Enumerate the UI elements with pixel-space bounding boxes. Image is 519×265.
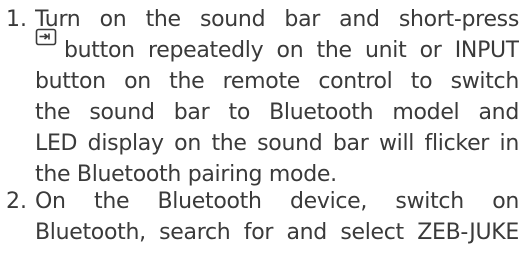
step-number: 1. xyxy=(6,7,27,32)
step-1-line-5: LED display on the sound bar will flicke… xyxy=(35,131,519,156)
instruction-page: 1. Turn on the sound bar and short-press… xyxy=(0,0,519,265)
step-1-line-3: button on the remote control to switch xyxy=(35,69,519,94)
step-1-line-1: Turn on the sound bar and short-press xyxy=(35,7,519,32)
step-2-line-1: On the Bluetooth device, switch on xyxy=(35,189,519,214)
input-source-icon xyxy=(35,28,57,46)
step-1-line-2: button repeatedly on the unit or INPUT xyxy=(64,38,519,63)
step-2-line-2: Bluetooth, search for and select ZEB-JUK… xyxy=(35,220,519,245)
step-1-line-4: the sound bar to Bluetooth model and xyxy=(35,100,519,125)
step-number: 2. xyxy=(6,189,27,214)
